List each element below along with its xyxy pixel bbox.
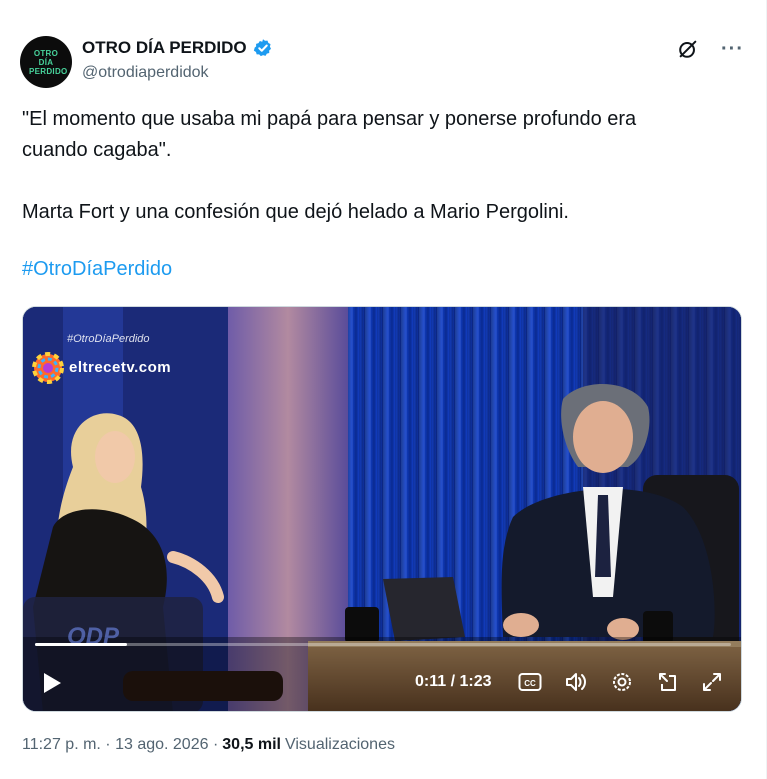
video-controls: 0:11 / 1:23 CC	[23, 655, 741, 711]
fullscreen-icon[interactable]	[699, 669, 725, 695]
popout-icon[interactable]	[655, 669, 681, 695]
video-watermark-odp: ODP	[67, 623, 120, 650]
volume-icon[interactable]	[563, 669, 589, 695]
hashtag-link[interactable]: #OtroDíaPerdido	[22, 258, 172, 281]
play-icon[interactable]	[41, 671, 63, 695]
more-options-icon[interactable]: ···	[721, 39, 744, 59]
tweet-meta: 11:27 p. m. · 13 ago. 2026 · 30,5 mil Vi…	[22, 736, 395, 754]
author-handle[interactable]: @otrodiaperdidok	[82, 64, 209, 82]
captions-icon[interactable]: CC	[517, 669, 543, 695]
tweet-top-actions: ···	[677, 38, 744, 60]
video-time: 0:11 / 1:23	[415, 673, 492, 690]
video-player[interactable]: #OtroDíaPerdido eltrecetv.com ODP 0:11 /…	[22, 306, 742, 712]
avatar-logo-text: OTRO DÍA PERDIDO	[29, 48, 68, 76]
views-label: Visualizaciones	[284, 736, 395, 753]
author-name-row: OTRO DÍA PERDIDO	[82, 38, 273, 58]
tweet-timestamp[interactable]: 11:27 p. m. · 13 ago. 2026 ·	[22, 736, 218, 754]
author-display-name[interactable]: OTRO DÍA PERDIDO	[82, 38, 247, 58]
video-watermark-hashtag: #OtroDíaPerdido	[67, 333, 150, 345]
tweet-card: OTRO DÍA PERDIDO OTRO DÍA PERDIDO @otrod…	[0, 0, 767, 779]
eltrece-logo-icon	[32, 352, 64, 384]
grok-icon[interactable]	[677, 38, 699, 60]
video-progress-fill	[35, 643, 128, 646]
settings-icon[interactable]	[609, 669, 635, 695]
avatar[interactable]: OTRO DÍA PERDIDO	[20, 36, 72, 88]
views-count: 30,5 mil	[222, 736, 281, 753]
svg-text:CC: CC	[524, 679, 536, 688]
tweet-text: "El momento que usaba mi papá para pensa…	[22, 108, 637, 223]
video-progress-bar[interactable]	[35, 643, 731, 646]
video-watermark-site: eltrecetv.com	[69, 359, 172, 376]
verified-badge-icon	[253, 39, 271, 57]
